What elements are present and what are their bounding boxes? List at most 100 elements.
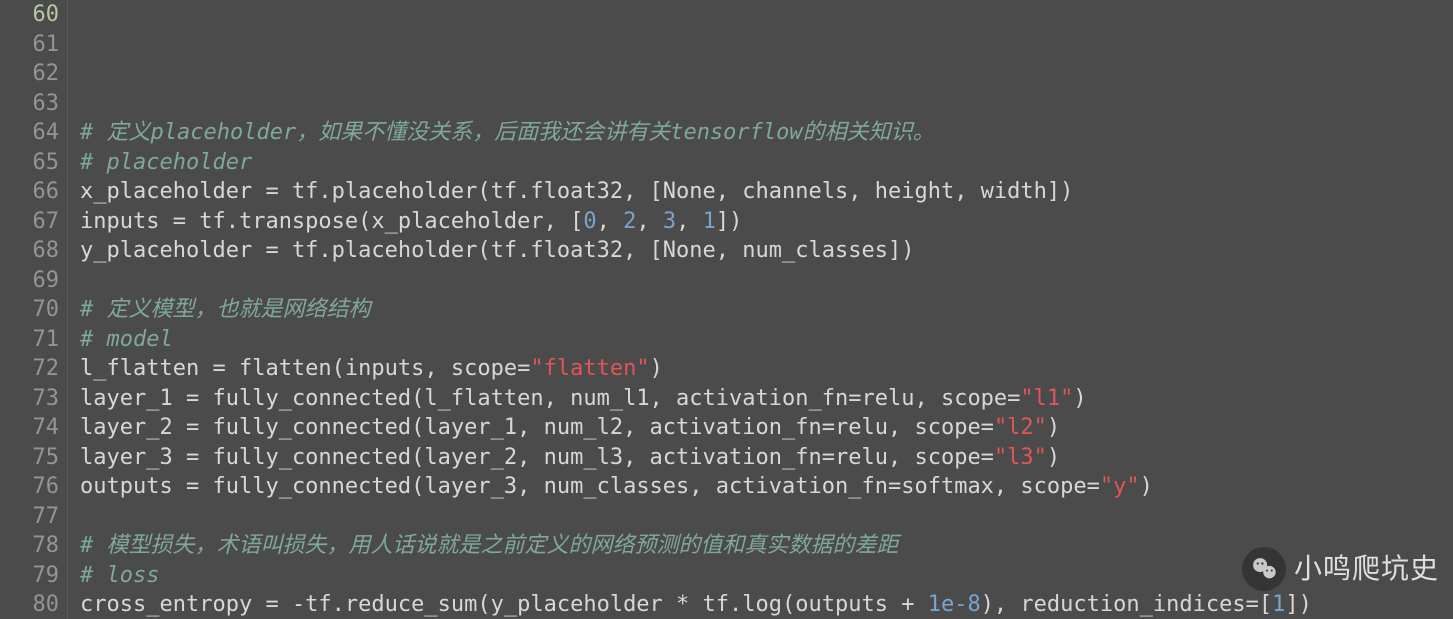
code-token: 1 [703, 209, 716, 234]
code-token: y_placeholder [80, 238, 265, 263]
code-token: ) [1047, 415, 1060, 440]
code-token: 0 [583, 209, 596, 234]
line-number: 66 [0, 177, 59, 207]
code-token: # [80, 297, 107, 322]
code-token: , [597, 209, 624, 234]
code-token: inputs [80, 209, 173, 234]
code-token: -tf.reduce_sum(y_placeholder * tf.log(ou… [292, 592, 928, 617]
code-token: l_flatten [80, 356, 212, 381]
code-token: ) [1140, 474, 1153, 499]
code-line[interactable]: x_placeholder = tf.placeholder(tf.float3… [80, 177, 1453, 207]
code-token: layer_2 [80, 415, 186, 440]
code-token: "l3" [994, 445, 1047, 470]
line-number: 80 [0, 590, 59, 619]
line-number: 74 [0, 413, 59, 443]
code-token: = [186, 474, 213, 499]
code-token: # model [80, 327, 173, 352]
code-line[interactable]: outputs = fully_connected(layer_3, num_c… [80, 472, 1453, 502]
code-token: "y" [1100, 474, 1140, 499]
code-token: = [265, 592, 292, 617]
code-token: # [80, 533, 107, 558]
code-token: 1e-8 [928, 592, 981, 617]
code-token: 定义placeholder，如果不懂没关系，后面我还会讲有关tensorflow… [107, 120, 935, 145]
code-editor[interactable]: 6061626364656667686970717273747576777879… [0, 0, 1453, 619]
code-line[interactable]: l_flatten = flatten(inputs, scope="flatt… [80, 354, 1453, 384]
code-token: x_placeholder [80, 179, 265, 204]
code-line[interactable]: # placeholder [80, 148, 1453, 178]
code-token: , [636, 209, 663, 234]
code-token: ]) [716, 209, 743, 234]
code-token: flatten(inputs, scope= [239, 356, 530, 381]
code-token: fully_connected(layer_3, num_classes, ac… [212, 474, 1099, 499]
line-number: 76 [0, 472, 59, 502]
code-token: 模型损失，术语叫损失，用人话说就是之前定义的网络预测的值和真实数据的差距 [107, 533, 899, 558]
code-token: cross_entropy [80, 592, 265, 617]
code-token: tf.placeholder(tf.float32, [None, num_cl… [292, 238, 915, 263]
code-token: , [676, 209, 703, 234]
code-line[interactable] [80, 89, 1453, 119]
line-number: 78 [0, 531, 59, 561]
line-number: 67 [0, 207, 59, 237]
line-number: 73 [0, 384, 59, 414]
line-number: 70 [0, 295, 59, 325]
code-token: = [265, 238, 292, 263]
code-token: layer_3 [80, 445, 186, 470]
code-token: ), reduction_indices=[ [981, 592, 1272, 617]
code-line[interactable] [80, 502, 1453, 532]
code-line[interactable]: inputs = tf.transpose(x_placeholder, [0,… [80, 207, 1453, 237]
code-line[interactable] [80, 266, 1453, 296]
code-token: = [186, 445, 213, 470]
code-line[interactable]: # 定义模型，也就是网络结构 [80, 295, 1453, 325]
code-token: # [80, 120, 107, 145]
code-line[interactable]: # loss [80, 561, 1453, 591]
code-token: ) [650, 356, 663, 381]
line-number: 79 [0, 561, 59, 591]
code-token: outputs [80, 474, 186, 499]
code-token: = [173, 209, 200, 234]
line-number: 68 [0, 236, 59, 266]
code-line[interactable]: # 模型损失，术语叫损失，用人话说就是之前定义的网络预测的值和真实数据的差距 [80, 531, 1453, 561]
code-token: 2 [623, 209, 636, 234]
line-number: 63 [0, 89, 59, 119]
line-number: 71 [0, 325, 59, 355]
code-line[interactable]: layer_2 = fully_connected(layer_1, num_l… [80, 413, 1453, 443]
code-token: fully_connected(l_flatten, num_l1, activ… [212, 386, 1020, 411]
code-line[interactable]: layer_1 = fully_connected(l_flatten, num… [80, 384, 1453, 414]
line-number-gutter: 6061626364656667686970717273747576777879… [0, 0, 68, 619]
code-token: "l1" [1020, 386, 1073, 411]
line-number: 61 [0, 30, 59, 60]
code-token: ) [1047, 445, 1060, 470]
code-token: = [212, 356, 239, 381]
line-number: 62 [0, 59, 59, 89]
code-token: # placeholder [80, 150, 252, 175]
line-number: 65 [0, 148, 59, 178]
code-token: layer_1 [80, 386, 186, 411]
code-token: = [186, 386, 213, 411]
code-line[interactable]: y_placeholder = tf.placeholder(tf.float3… [80, 236, 1453, 266]
code-line[interactable]: # 定义placeholder，如果不懂没关系，后面我还会讲有关tensorfl… [80, 118, 1453, 148]
code-token: "l2" [994, 415, 1047, 440]
line-number: 77 [0, 502, 59, 532]
line-number: 69 [0, 266, 59, 296]
line-number: 64 [0, 118, 59, 148]
code-token: # loss [80, 563, 159, 588]
code-token: ) [1073, 386, 1086, 411]
code-token: "flatten" [530, 356, 649, 381]
line-number: 60 [0, 0, 59, 30]
code-token: = [265, 179, 292, 204]
code-token: fully_connected(layer_2, num_l3, activat… [212, 445, 993, 470]
code-token: tf.transpose(x_placeholder, [ [199, 209, 583, 234]
code-token: fully_connected(layer_1, num_l2, activat… [212, 415, 993, 440]
code-token: 定义模型，也就是网络结构 [107, 297, 371, 322]
code-token: = [186, 415, 213, 440]
line-number: 72 [0, 354, 59, 384]
code-token: ]) [1285, 592, 1312, 617]
code-line[interactable]: # model [80, 325, 1453, 355]
code-token: tf.placeholder(tf.float32, [None, channe… [292, 179, 1073, 204]
code-token: 1 [1272, 592, 1285, 617]
code-line[interactable]: cross_entropy = -tf.reduce_sum(y_placeho… [80, 590, 1453, 619]
line-number: 75 [0, 443, 59, 473]
code-area[interactable]: 小鸣爬坑史 # 定义placeholder，如果不懂没关系，后面我还会讲有关te… [68, 0, 1453, 619]
code-token: 3 [663, 209, 676, 234]
code-line[interactable]: layer_3 = fully_connected(layer_2, num_l… [80, 443, 1453, 473]
